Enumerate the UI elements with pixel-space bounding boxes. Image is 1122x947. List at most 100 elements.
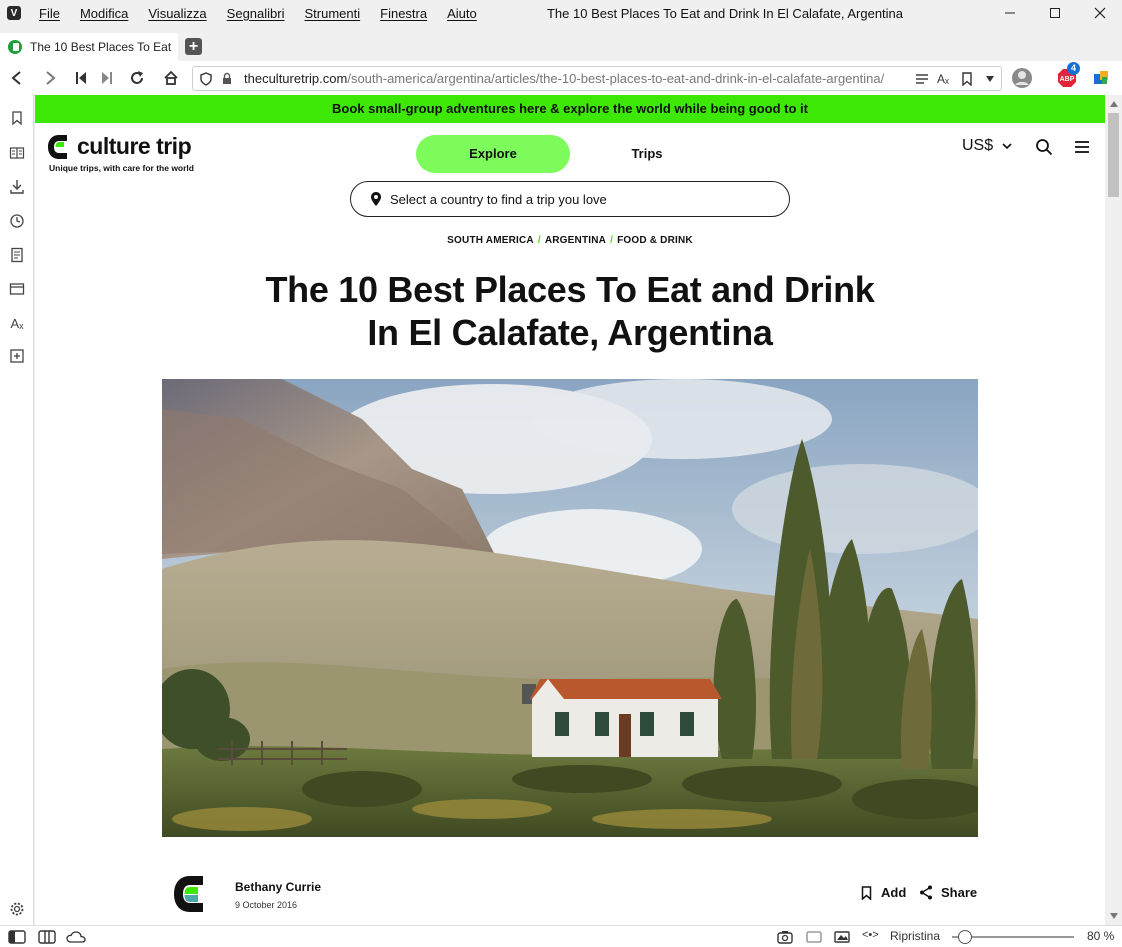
breadcrumb-separator: /	[537, 235, 541, 246]
cloud-sync-icon[interactable]	[66, 930, 86, 944]
address-bar[interactable]: theculturetrip.com/south-america/argenti…	[192, 66, 1002, 91]
back-button[interactable]	[6, 67, 28, 89]
tagline: Unique trips, with care for the world	[49, 163, 194, 173]
page-actions-icon[interactable]: <•>	[862, 929, 879, 941]
zoom-reset-button[interactable]: Ripristina	[890, 929, 940, 943]
search-button[interactable]	[1034, 137, 1054, 157]
article-title: The 10 Best Places To Eat and Drink In E…	[220, 268, 920, 354]
explore-button[interactable]: Explore	[416, 135, 570, 173]
history-icon[interactable]	[9, 213, 25, 229]
adblock-extension-button[interactable]: ABP 4	[1056, 62, 1080, 89]
vivaldi-logo-icon[interactable]: V	[7, 6, 21, 20]
add-label: Add	[881, 885, 907, 900]
navigation-toolbar: theculturetrip.com/south-america/argenti…	[0, 61, 1122, 95]
capture-camera-icon[interactable]	[777, 930, 793, 944]
forward-button[interactable]	[39, 67, 61, 89]
add-bookmark-button[interactable]: Add	[861, 885, 906, 900]
menu-file[interactable]: File	[39, 6, 60, 21]
translate-panel-icon[interactable]: Aₓ	[9, 315, 25, 331]
culture-trip-logo-icon	[48, 134, 67, 159]
hero-image	[162, 379, 978, 837]
translate-icon[interactable]: Aₓ	[937, 72, 949, 86]
page-scrollbar[interactable]	[1105, 95, 1122, 925]
forward-arrow-icon	[46, 71, 56, 85]
extension-badge: 4	[1067, 62, 1080, 75]
currency-selector[interactable]: US$	[962, 137, 1012, 155]
window-titlebar: V File Modifica Visualizza Segnalibri St…	[0, 0, 1122, 26]
menu-window[interactable]: Finestra	[380, 6, 427, 21]
breadcrumb: SOUTH AMERICA / ARGENTINA / FOOD & DRINK	[35, 235, 1105, 246]
trips-link[interactable]: Trips	[614, 135, 680, 173]
menu-view[interactable]: Visualizza	[148, 6, 206, 21]
tab-tiling-icon[interactable]	[38, 930, 56, 944]
new-tab-button[interactable]: +	[185, 38, 202, 55]
reload-icon	[131, 71, 143, 84]
web-page: Book small-group adventures here & explo…	[35, 95, 1105, 925]
extension-button[interactable]	[1090, 67, 1112, 89]
shield-icon[interactable]	[199, 71, 213, 86]
culture-trip-logo[interactable]: culture trip	[47, 133, 192, 160]
logo-text: culture trip	[77, 133, 192, 159]
minimize-button[interactable]	[988, 0, 1032, 26]
hamburger-menu-button[interactable]	[1072, 137, 1092, 157]
svg-text:ABP: ABP	[1060, 76, 1075, 83]
search-placeholder: Select a country to find a trip you love	[390, 191, 607, 207]
home-button[interactable]	[160, 67, 182, 89]
lock-icon	[223, 72, 231, 84]
close-button[interactable]	[1078, 0, 1122, 26]
share-button[interactable]: Share	[919, 885, 977, 900]
article-title-line-1: The 10 Best Places To Eat and Drink	[265, 269, 875, 310]
zoom-level: 80 %	[1087, 929, 1115, 943]
menu-bookmarks[interactable]: Segnalibri	[227, 6, 285, 21]
page-tiling-icon[interactable]	[806, 930, 822, 944]
maximize-icon	[1050, 8, 1060, 18]
add-panel-icon[interactable]	[9, 348, 25, 364]
browser-side-panel: Aₓ	[0, 95, 34, 925]
scroll-up-icon[interactable]	[1110, 101, 1118, 107]
settings-gear-icon[interactable]	[9, 901, 25, 917]
fast-forward-button[interactable]	[96, 67, 118, 89]
reader-view-icon[interactable]	[915, 73, 929, 85]
menu-help[interactable]: Aiuto	[447, 6, 477, 21]
tab-active[interactable]: The 10 Best Places To Eat and Drink In E…	[0, 33, 178, 61]
country-search-input[interactable]: Select a country to find a trip you love	[350, 181, 790, 217]
bookmarks-panel-icon[interactable]	[9, 110, 25, 126]
window-panel-icon[interactable]	[9, 281, 25, 297]
reading-list-icon[interactable]	[9, 145, 25, 161]
bookmark-icon[interactable]	[961, 71, 973, 86]
rewind-icon	[76, 72, 86, 84]
zoom-slider-thumb[interactable]	[958, 930, 972, 944]
share-label: Share	[941, 885, 978, 900]
chevron-down-icon[interactable]	[985, 75, 995, 83]
close-icon	[1094, 7, 1106, 19]
author-avatar[interactable]	[173, 875, 207, 913]
chevron-down-icon	[1002, 143, 1012, 150]
reload-button[interactable]	[126, 67, 148, 89]
maximize-button[interactable]	[1033, 0, 1077, 26]
window-title: The 10 Best Places To Eat and Drink In E…	[546, 5, 904, 21]
menu-tools[interactable]: Strumenti	[305, 6, 361, 21]
panel-toggle-icon[interactable]	[8, 930, 26, 944]
url-text: theculturetrip.com/south-america/argenti…	[244, 71, 885, 86]
article-title-line-2: In El Calafate, Argentina	[367, 312, 773, 353]
breadcrumb-item-argentina[interactable]: ARGENTINA	[545, 235, 606, 246]
avatar-icon	[1012, 68, 1032, 88]
tab-bar: The 10 Best Places To Eat and Drink In E…	[0, 33, 1122, 61]
minimize-icon	[1005, 12, 1015, 14]
image-toggle-icon[interactable]	[834, 930, 850, 944]
scroll-down-icon[interactable]	[1110, 913, 1118, 919]
rewind-button[interactable]	[70, 67, 92, 89]
status-bar: <•> Ripristina 80 %	[0, 925, 1122, 947]
author-name[interactable]: Bethany Currie	[235, 880, 321, 894]
scrollbar-thumb[interactable]	[1108, 113, 1119, 197]
menu-edit[interactable]: Modifica	[80, 6, 128, 21]
location-pin-icon	[371, 192, 381, 206]
downloads-icon[interactable]	[9, 179, 25, 195]
profile-button[interactable]	[1011, 67, 1033, 89]
breadcrumb-item-south-america[interactable]: SOUTH AMERICA	[447, 235, 534, 246]
breadcrumb-item-food-drink[interactable]: FOOD & DRINK	[617, 235, 693, 246]
zoom-slider[interactable]	[952, 930, 1074, 944]
notes-icon[interactable]	[9, 247, 25, 263]
promo-banner[interactable]: Book small-group adventures here & explo…	[35, 95, 1105, 123]
bookmark-icon	[861, 885, 872, 900]
